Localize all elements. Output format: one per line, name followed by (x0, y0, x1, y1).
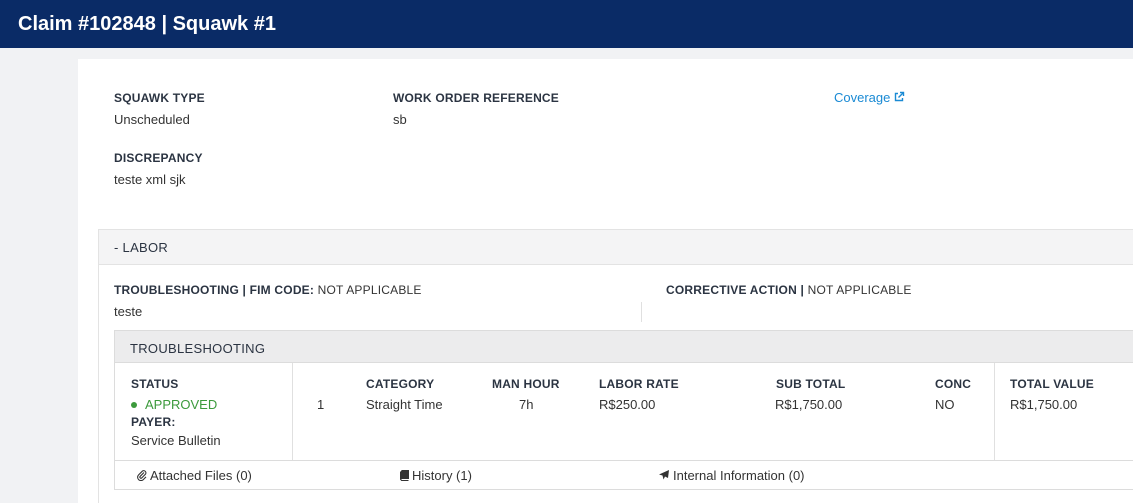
tab-attached-files-label[interactable]: Attached Files (0) (150, 468, 252, 483)
corrective-action-label-text: CORRECTIVE ACTION | (666, 283, 805, 297)
work-order-value: sb (393, 112, 407, 127)
troubleshooting-fim-value: NOT APPLICABLE (317, 283, 422, 297)
coverage-link[interactable]: Coverage (834, 90, 905, 106)
tab-internal-information-label[interactable]: Internal Information (0) (673, 468, 805, 483)
tab-attached-files[interactable]: Attached Files (0) (137, 468, 252, 483)
column-divider (641, 302, 642, 322)
row-index: 1 (317, 397, 325, 412)
column-header-labor-rate: LABOR RATE (599, 377, 679, 391)
coverage-link-label[interactable]: Coverage (834, 90, 890, 105)
approved-status-dot-icon (131, 402, 137, 408)
tab-history-label[interactable]: History (1) (412, 468, 472, 483)
tab-history[interactable]: History (1) (399, 468, 472, 483)
troubleshooting-table: TROUBLESHOOTING STATUS APPROVED PAYER: S… (114, 330, 1133, 490)
column-header-man-hour: MAN HOUR (492, 377, 560, 391)
discrepancy-value: teste xml sjk (114, 172, 186, 187)
payer-label: PAYER: (131, 415, 176, 429)
troubleshooting-text: teste (114, 304, 143, 319)
squawk-card: SQUAWK TYPE Unscheduled WORK ORDER REFER… (78, 59, 1133, 503)
troubleshooting-table-title: TROUBLESHOOTING (130, 341, 266, 356)
payer-value: Service Bulletin (131, 433, 221, 448)
squawk-type-label: SQUAWK TYPE (114, 91, 205, 105)
troubleshooting-fim-label-text: TROUBLESHOOTING | FIM CODE: (114, 283, 315, 297)
total-column-divider (994, 363, 995, 460)
column-header-category: CATEGORY (366, 377, 435, 391)
status-label: STATUS (131, 377, 179, 391)
corrective-action-value: NOT APPLICABLE (807, 283, 912, 297)
cell-category: Straight Time (366, 397, 443, 412)
troubleshooting-fim-label: TROUBLESHOOTING | FIM CODE: NOT APPLICAB… (114, 283, 422, 297)
table-footer-divider (115, 460, 1133, 461)
corrective-action-label: CORRECTIVE ACTION | NOT APPLICABLE (666, 283, 912, 297)
page-title: Claim #102848 | Squawk #1 (18, 13, 276, 35)
cell-total-value: R$1,750.00 (1010, 397, 1078, 412)
external-link-icon[interactable] (893, 91, 905, 106)
cell-labor-rate: R$250.00 (599, 397, 656, 412)
work-order-label: WORK ORDER REFERENCE (393, 91, 560, 105)
page-header: Claim #102848 | Squawk #1 (0, 0, 1133, 48)
paperclip-icon (137, 470, 147, 482)
column-header-total-value: TOTAL VALUE (1010, 377, 1094, 391)
book-icon (400, 470, 409, 481)
tab-internal-information[interactable]: Internal Information (0) (658, 468, 805, 483)
discrepancy-label: DISCREPANCY (114, 151, 203, 165)
airplane-icon (659, 470, 669, 480)
column-header-sub-total: SUB TOTAL (776, 377, 846, 391)
labor-section-toggle[interactable]: - LABOR (98, 229, 1133, 265)
status-value: APPROVED (145, 397, 218, 412)
squawk-type-value: Unscheduled (114, 112, 190, 127)
troubleshooting-table-header: TROUBLESHOOTING (115, 331, 1133, 363)
cell-sub-total: R$1,750.00 (775, 397, 843, 412)
column-header-conc: CONC (935, 377, 972, 391)
status-column-divider (292, 363, 293, 460)
cell-man-hour: 7h (519, 397, 534, 412)
labor-section-title[interactable]: - LABOR (114, 240, 168, 255)
cell-conc: NO (935, 397, 955, 412)
